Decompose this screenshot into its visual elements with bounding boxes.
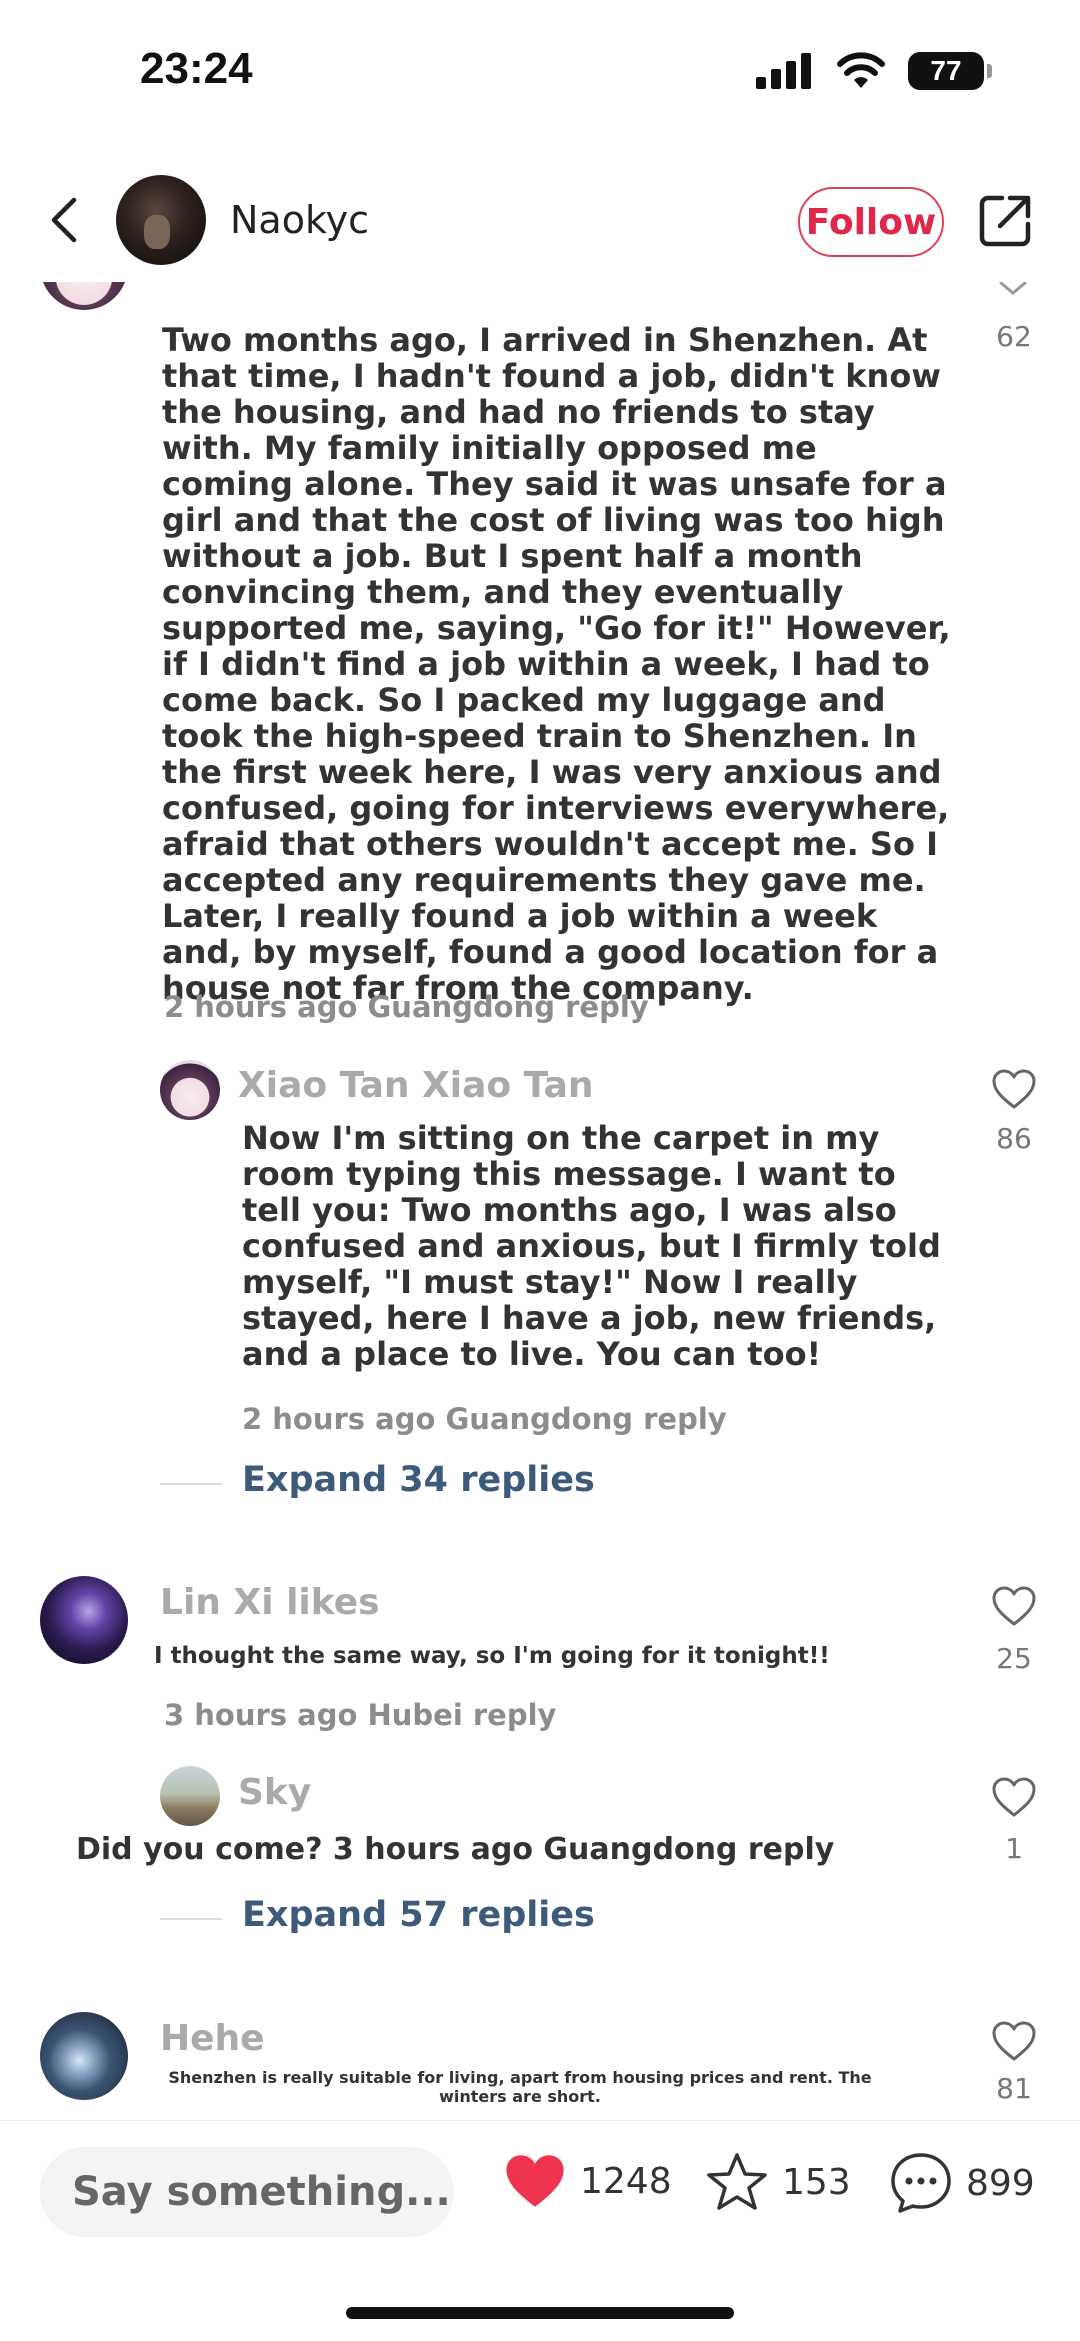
reply-username[interactable]: Sky bbox=[238, 1772, 311, 1813]
like-button[interactable]: 1248 bbox=[502, 2151, 672, 2211]
like-total: 1248 bbox=[580, 2160, 672, 2202]
heart-icon[interactable] bbox=[991, 1585, 1037, 1627]
home-indicator[interactable] bbox=[346, 2307, 734, 2319]
commenter-avatar[interactable] bbox=[40, 282, 128, 310]
comments-button[interactable]: 899 bbox=[888, 2151, 1035, 2215]
chat-bubble-icon bbox=[891, 2153, 951, 2213]
status-icons: 77 bbox=[756, 52, 992, 90]
favorite-total: 153 bbox=[782, 2161, 851, 2203]
status-time: 23:24 bbox=[140, 44, 253, 93]
reply-username[interactable]: Xiao Tan Xiao Tan bbox=[238, 1065, 594, 1106]
reply-text: Did you come? 3 hours ago Guangdong repl… bbox=[76, 1832, 835, 1867]
like-count: 81 bbox=[996, 2072, 1032, 2105]
favorite-button[interactable]: 153 bbox=[704, 2151, 851, 2213]
comment-text: Shenzhen is really suitable for living, … bbox=[168, 2068, 872, 2106]
author-avatar[interactable] bbox=[116, 175, 206, 265]
follow-button[interactable]: Follow bbox=[798, 187, 944, 257]
heart-icon[interactable] bbox=[991, 1068, 1037, 1110]
like-count: 86 bbox=[996, 1122, 1032, 1155]
comment-text: Two months ago, I arrived in Shenzhen. A… bbox=[162, 321, 951, 1007]
comment-text: I thought the same way, so I'm going for… bbox=[154, 1643, 830, 1669]
comment-list[interactable]: Two months ago, I arrived in Shenzhen. A… bbox=[0, 282, 1080, 2120]
heart-filled-icon bbox=[506, 2155, 564, 2207]
commenter-username[interactable]: Lin Xi likes bbox=[160, 1582, 380, 1623]
star-icon bbox=[707, 2153, 767, 2210]
comment-meta[interactable]: 2 hours ago Guangdong reply bbox=[164, 990, 649, 1024]
reply-avatar[interactable] bbox=[160, 1766, 220, 1826]
bottom-action-bar: Say something... 1248 153 899 bbox=[0, 2120, 1080, 2260]
commenter-avatar[interactable] bbox=[40, 1576, 128, 1664]
chevron-down-icon bbox=[999, 282, 1027, 295]
expand-divider bbox=[160, 1483, 222, 1485]
comment-meta[interactable]: 3 hours ago Hubei reply bbox=[164, 1698, 556, 1732]
like-count: 62 bbox=[996, 320, 1032, 353]
battery-indicator: 77 bbox=[908, 52, 992, 90]
post-header: Naokyc Follow bbox=[0, 170, 1080, 270]
heart-icon[interactable] bbox=[991, 1776, 1037, 1818]
reply-text: Now I'm sitting on the carpet in my room… bbox=[242, 1119, 941, 1373]
commenter-username[interactable]: Hehe bbox=[160, 2018, 265, 2059]
comment-input[interactable]: Say something... bbox=[40, 2147, 454, 2237]
reply-meta[interactable]: 2 hours ago Guangdong reply bbox=[242, 1402, 727, 1436]
expand-replies-link[interactable]: Expand 57 replies bbox=[242, 1895, 595, 1935]
signal-icon bbox=[756, 53, 811, 89]
author-name[interactable]: Naokyc bbox=[230, 198, 369, 242]
wifi-icon bbox=[837, 52, 885, 88]
expand-divider bbox=[160, 1918, 222, 1920]
reply-avatar[interactable] bbox=[160, 1060, 220, 1120]
back-arrow-icon[interactable] bbox=[40, 192, 96, 248]
comment-total: 899 bbox=[966, 2162, 1035, 2204]
heart-icon[interactable] bbox=[991, 2020, 1037, 2062]
share-icon[interactable] bbox=[978, 192, 1034, 248]
like-count: 25 bbox=[996, 1642, 1032, 1675]
commenter-avatar[interactable] bbox=[40, 2012, 128, 2100]
expand-replies-link[interactable]: Expand 34 replies bbox=[242, 1460, 595, 1500]
like-count: 1 bbox=[1005, 1832, 1023, 1865]
